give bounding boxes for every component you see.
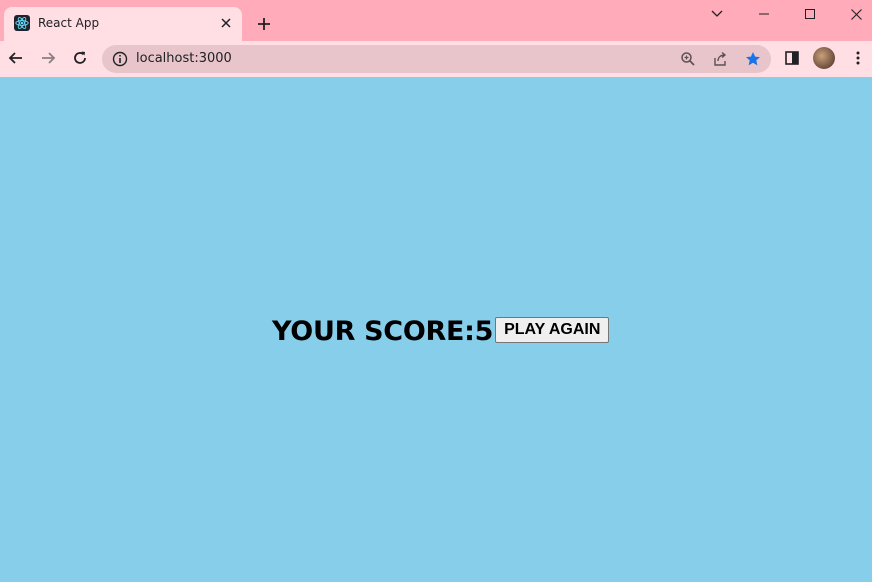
bookmark-star-icon[interactable] <box>743 49 763 69</box>
side-panel-icon[interactable] <box>780 46 804 70</box>
tab-search-icon[interactable] <box>695 0 739 28</box>
new-tab-icon[interactable] <box>252 12 276 36</box>
profile-avatar[interactable] <box>813 47 835 69</box>
page-content: YOUR SCORE: 5 PLAY AGAIN <box>0 77 872 582</box>
maximize-icon[interactable] <box>788 0 832 28</box>
back-arrow-icon[interactable] <box>4 46 28 70</box>
site-info-icon[interactable] <box>112 51 128 67</box>
address-bar[interactable]: localhost:3000 <box>102 45 771 73</box>
score-label: YOUR SCORE: <box>272 316 475 347</box>
browser-toolbar: localhost:3000 <box>0 41 872 77</box>
react-logo-icon <box>14 15 30 31</box>
url-text[interactable]: localhost:3000 <box>136 51 232 66</box>
score-row: YOUR SCORE: 5 PLAY AGAIN <box>272 316 610 347</box>
reload-icon[interactable] <box>68 46 92 70</box>
close-tab-icon[interactable] <box>216 13 236 33</box>
menu-kebab-icon[interactable] <box>846 46 870 70</box>
browser-tab[interactable]: React App <box>4 7 242 41</box>
minimize-icon[interactable] <box>742 0 786 28</box>
tab-title: React App <box>38 16 100 30</box>
play-again-button[interactable]: PLAY AGAIN <box>495 316 610 343</box>
browser-titlebar: React App <box>0 0 872 41</box>
score-value: 5 <box>474 316 494 347</box>
zoom-icon[interactable] <box>678 49 698 69</box>
forward-arrow-icon[interactable] <box>36 46 60 70</box>
share-icon[interactable] <box>710 49 730 69</box>
close-window-icon[interactable] <box>834 0 872 28</box>
